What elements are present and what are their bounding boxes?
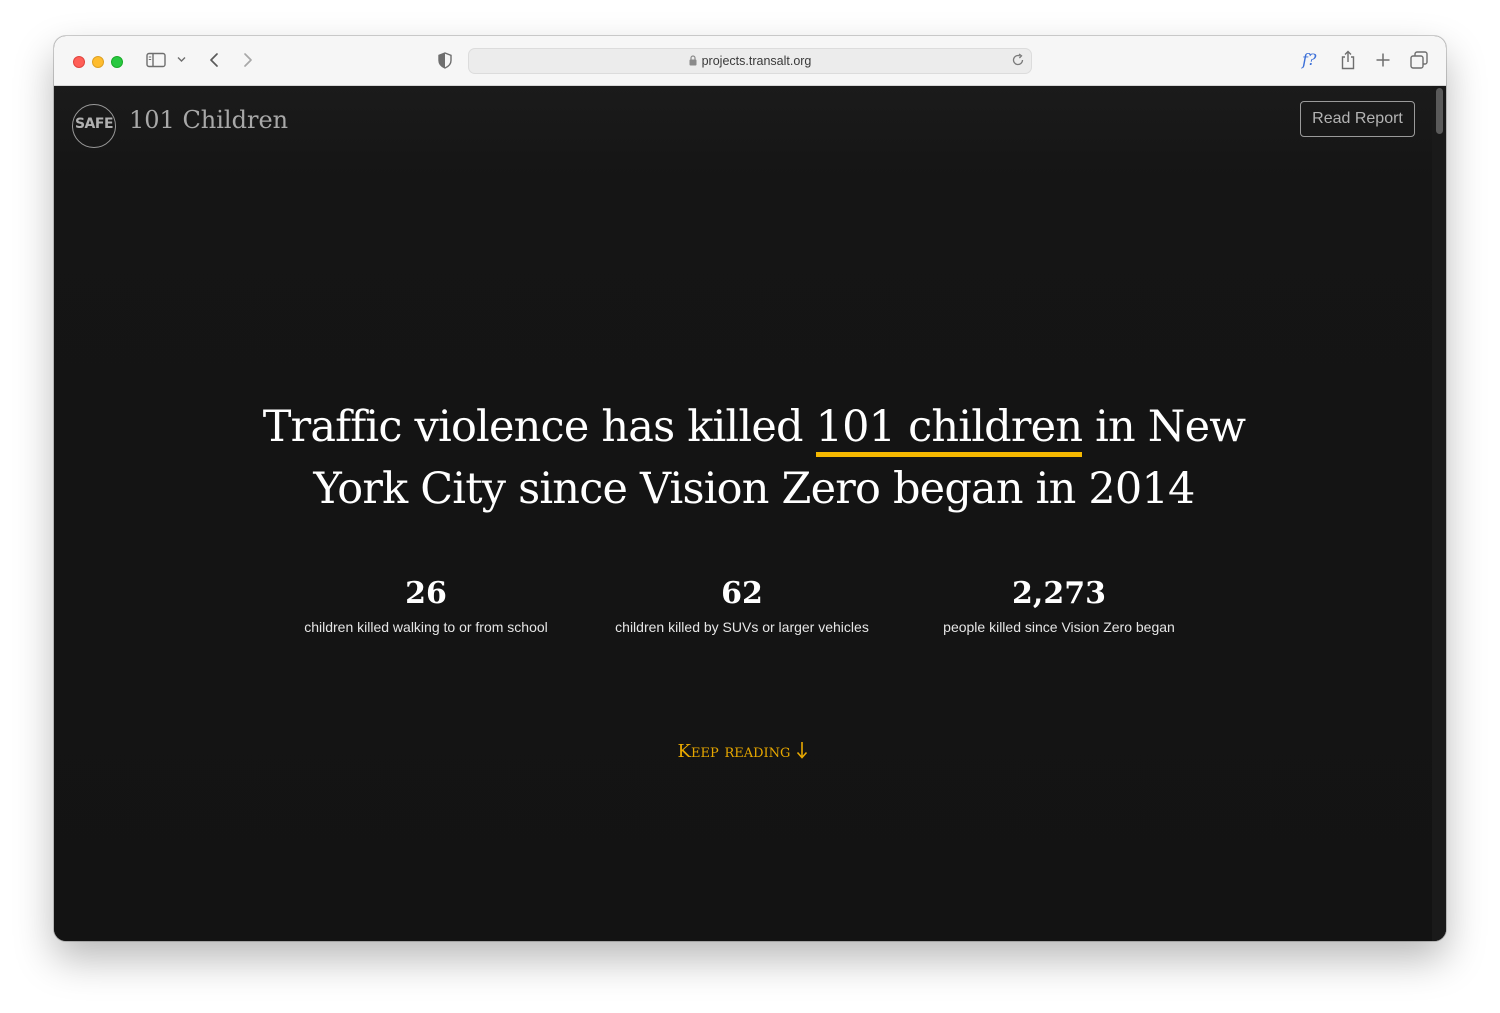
site-title[interactable]: 101 Children [129,106,288,134]
sidebar-icon[interactable] [146,52,166,68]
lock-icon [689,55,697,69]
chevron-down-icon[interactable] [177,56,186,63]
privacy-shield-icon[interactable] [438,52,452,69]
stat-label: children killed walking to or from schoo… [304,619,548,635]
url-text: projects.transalt.org [469,54,1031,69]
keep-reading-label: Keep reading [677,741,791,762]
stat-people: 2,273 people killed since Vision Zero be… [899,576,1219,635]
close-window-button[interactable] [73,56,85,68]
headline-highlight: 101 children [815,402,1083,457]
stat-label: people killed since Vision Zero began [943,619,1175,635]
arrow-down-icon [796,741,808,764]
browser-window: projects.transalt.org f? SAFE 101 Childr… [54,36,1446,941]
stat-school: 26 children killed walking to or from sc… [266,576,586,635]
read-report-button[interactable]: Read Report [1300,101,1415,137]
page-content: SAFE 101 Children Read Report Traffic vi… [54,86,1446,941]
scrollbar-thumb[interactable] [1436,88,1443,134]
forward-icon[interactable] [242,52,254,68]
stat-number: 62 [721,576,763,611]
hero-headline: Traffic violence has killed 101 children… [254,396,1254,520]
share-icon[interactable] [1340,50,1356,70]
url-label: projects.transalt.org [701,54,812,68]
back-icon[interactable] [208,52,220,68]
browser-toolbar: projects.transalt.org f? [54,36,1446,86]
site-logo[interactable]: SAFE [72,104,116,148]
tab-overview-icon[interactable] [1410,51,1428,69]
stat-number: 26 [405,576,447,611]
stat-suv: 62 children killed by SUVs or larger veh… [582,576,902,635]
extension-button[interactable]: f? [1302,50,1317,69]
logo-text: SAFE [74,116,114,132]
headline-pre: Traffic violence has killed [262,402,816,452]
reload-icon[interactable] [1011,53,1025,72]
new-tab-icon[interactable] [1375,52,1391,68]
keep-reading-link[interactable]: Keep reading [54,741,1432,764]
scrollbar[interactable] [1432,86,1446,941]
zoom-window-button[interactable] [111,56,123,68]
address-bar[interactable]: projects.transalt.org [468,48,1032,74]
stat-number: 2,273 [1012,576,1106,611]
stat-label: children killed by SUVs or larger vehicl… [615,619,869,635]
minimize-window-button[interactable] [92,56,104,68]
